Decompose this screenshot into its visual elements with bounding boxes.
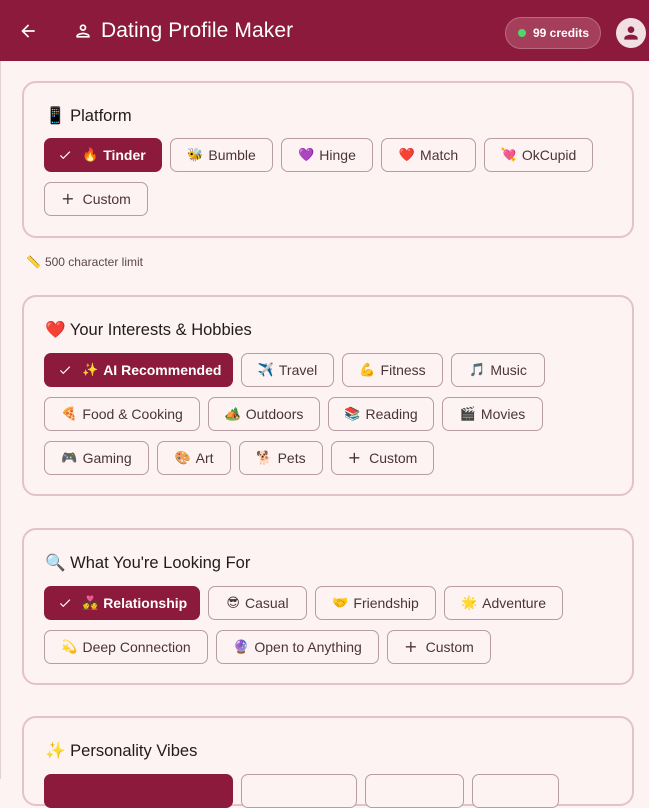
interest-chip-music[interactable]: 🎵 Music — [451, 353, 545, 387]
platform-chip-bumble[interactable]: 🐝 Bumble — [170, 138, 273, 172]
camping-icon: 🏕️ — [224, 406, 241, 422]
looking-chip-adventure[interactable]: 🌟 Adventure — [444, 586, 563, 620]
dog-icon: 🐕 — [256, 450, 273, 466]
personality-card: ✨ Personality Vibes — [22, 716, 634, 808]
star-icon: 🌟 — [460, 595, 478, 611]
interest-chip-pets[interactable]: 🐕 Pets — [239, 441, 323, 475]
handshake-icon: 🤝 — [332, 595, 349, 611]
looking-chip-relationship[interactable]: 💑 Relationship — [44, 586, 200, 620]
page-title: Dating Profile Maker — [101, 18, 294, 42]
crystal-ball-icon: 🔮 — [233, 639, 250, 655]
cupid-heart-icon: 💘 — [500, 147, 517, 163]
palette-icon: 🎨 — [174, 450, 191, 466]
muscle-icon: 💪 — [359, 362, 376, 378]
personality-chip[interactable] — [365, 774, 464, 808]
plus-icon: + — [61, 189, 75, 208]
check-icon — [58, 596, 72, 610]
personality-title: ✨ Personality Vibes — [45, 742, 198, 760]
interest-chip-ai-recommended[interactable]: ✨ AI Recommended — [44, 353, 233, 387]
platform-title: 📱 Platform — [45, 107, 132, 125]
interest-chip-fitness[interactable]: 💪 Fitness — [342, 353, 443, 387]
platform-chip-tinder[interactable]: 🔥 Tinder — [44, 138, 162, 172]
music-note-icon: 🎵 — [469, 362, 486, 378]
airplane-icon: ✈️ — [257, 362, 274, 378]
interests-title: ❤️ Your Interests & Hobbies — [45, 321, 252, 339]
platform-chip-okcupid[interactable]: 💘 OkCupid — [484, 138, 593, 172]
platform-chip-match[interactable]: ❤️ Match — [381, 138, 476, 172]
status-dot — [518, 29, 526, 37]
interest-chip-reading[interactable]: 📚 Reading — [328, 397, 434, 431]
check-icon — [58, 148, 72, 162]
books-icon: 📚 — [344, 406, 361, 422]
check-icon — [58, 363, 72, 377]
ruler-icon: 📏 — [26, 255, 41, 269]
main-content: 📱 Platform 🔥 Tinder 🐝 Bumble 💜 Hinge ❤️ … — [0, 61, 649, 808]
personality-chip-selected[interactable] — [44, 774, 233, 808]
dizzy-icon: 💫 — [61, 639, 78, 655]
interest-chip-travel[interactable]: ✈️ Travel — [241, 353, 334, 387]
interest-chip-gaming[interactable]: 🎮 Gaming — [44, 441, 149, 475]
interest-chip-art[interactable]: 🎨 Art — [157, 441, 231, 475]
heart-icon: ❤️ — [45, 321, 66, 339]
character-limit-note: 📏 500 character limit — [26, 255, 143, 269]
looking-chip-custom[interactable]: + Custom — [387, 630, 491, 664]
credits-badge[interactable]: 99 credits — [505, 17, 601, 49]
sparkles-icon: ✨ — [82, 362, 99, 378]
purple-heart-icon: 💜 — [298, 147, 315, 163]
plus-icon: + — [347, 448, 362, 467]
personality-chip[interactable] — [241, 774, 357, 808]
gamepad-icon: 🎮 — [61, 450, 78, 466]
clapperboard-icon: 🎬 — [459, 406, 476, 422]
account-icon — [624, 26, 638, 40]
magnifier-icon: 🔍 — [45, 554, 66, 572]
bee-icon: 🐝 — [187, 147, 204, 163]
back-button[interactable] — [13, 16, 43, 46]
looking-chip-friendship[interactable]: 🤝 Friendship — [315, 586, 436, 620]
heart-icon: ❤️ — [398, 147, 416, 163]
profile-avatar-button[interactable] — [616, 18, 646, 48]
fire-icon: 🔥 — [82, 147, 99, 163]
interest-chip-custom[interactable]: + Custom — [331, 441, 434, 475]
phone-icon: 📱 — [45, 107, 66, 125]
looking-chip-deep-connection[interactable]: 💫 Deep Connection — [44, 630, 208, 664]
pizza-icon: 🍕 — [61, 406, 78, 422]
person-icon — [73, 21, 93, 41]
looking-chip-open-to-anything[interactable]: 🔮 Open to Anything — [216, 630, 379, 664]
sparkles-icon: ✨ — [45, 742, 66, 760]
looking-chip-casual[interactable]: 😎 Casual — [208, 586, 307, 620]
looking-for-card: 🔍 What You're Looking For 💑 Relationship… — [22, 528, 634, 685]
platform-chip-hinge[interactable]: 💜 Hinge — [281, 138, 373, 172]
sunglasses-icon: 😎 — [226, 595, 240, 611]
platform-card: 📱 Platform 🔥 Tinder 🐝 Bumble 💜 Hinge ❤️ … — [22, 81, 634, 238]
couple-icon: 💑 — [82, 595, 99, 611]
personality-chip[interactable] — [472, 774, 559, 808]
credits-label: 99 credits — [533, 26, 590, 40]
platform-chip-custom[interactable]: + Custom — [44, 182, 148, 216]
interest-chip-food-cooking[interactable]: 🍕 Food & Cooking — [44, 397, 200, 431]
interests-card: ❤️ Your Interests & Hobbies ✨ AI Recomme… — [22, 295, 634, 496]
app-title: Dating Profile Maker — [73, 0, 293, 61]
arrow-back-icon — [21, 24, 35, 38]
interest-chip-movies[interactable]: 🎬 Movies — [442, 397, 543, 431]
app-bar: Dating Profile Maker 99 credits — [0, 0, 649, 61]
interest-chip-outdoors[interactable]: 🏕️ Outdoors — [208, 397, 320, 431]
plus-icon: + — [404, 637, 418, 656]
looking-for-title: 🔍 What You're Looking For — [45, 554, 251, 572]
